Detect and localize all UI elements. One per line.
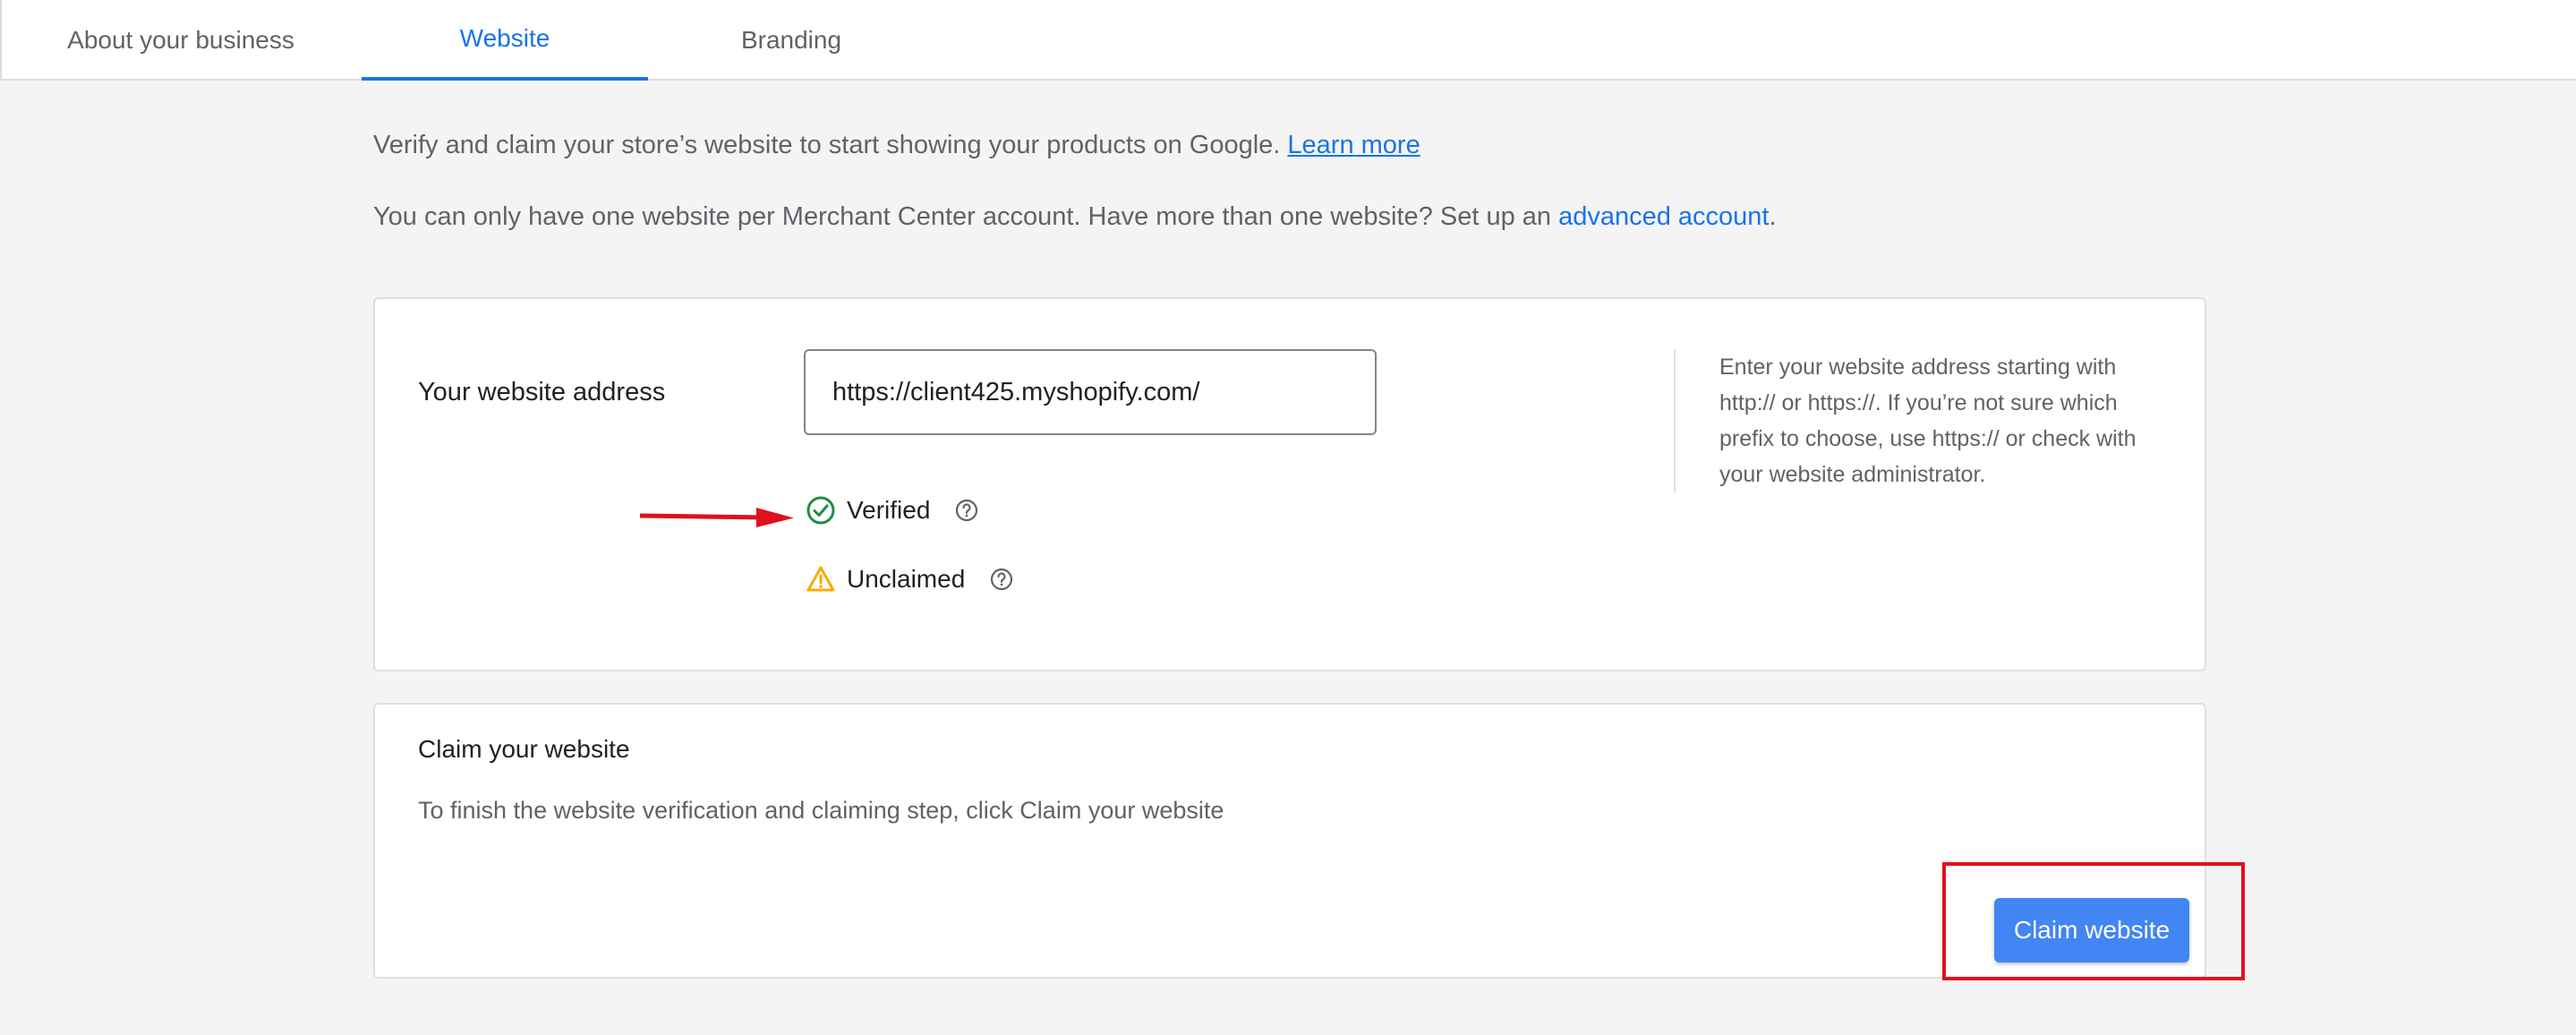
help-icon[interactable] [988, 566, 1015, 593]
tab-about-your-business[interactable]: About your business [38, 0, 324, 81]
intro-suffix: . [1769, 202, 1777, 231]
tab-branding[interactable]: Branding [684, 0, 899, 81]
intro-text: You can only have one website per Mercha… [373, 202, 1559, 231]
status-unclaimed: Unclaimed [806, 564, 1015, 594]
website-hint-text: Enter your website address starting with… [1719, 355, 2137, 487]
tab-website[interactable]: Website [362, 0, 648, 81]
tab-bar: About your business Website Branding [0, 0, 2576, 81]
vertical-divider [1674, 349, 1676, 492]
claim-website-title: Claim your website [418, 735, 630, 763]
status-verified: Verified [806, 495, 980, 526]
annotation-arrow [640, 508, 794, 527]
claim-website-card [373, 703, 2206, 979]
tab-label: About your business [67, 26, 294, 54]
claim-website-description: To finish the website verification and c… [418, 797, 1224, 824]
status-label: Unclaimed [847, 565, 966, 593]
annotation-highlight-box [1942, 862, 2245, 980]
website-url-input[interactable] [804, 349, 1377, 435]
tab-label: Branding [740, 26, 842, 54]
status-label: Verified [847, 496, 931, 524]
tab-label: Website [459, 24, 550, 52]
check-circle-icon [806, 495, 836, 526]
website-address-label: Your website address [418, 378, 666, 406]
warning-triangle-icon [806, 564, 836, 594]
intro-line-2: You can only have one website per Mercha… [373, 202, 1777, 232]
intro-text: Verify and claim your store’s website to… [373, 131, 1288, 159]
intro-line-1: Verify and claim your store’s website to… [373, 131, 1420, 160]
learn-more-link[interactable]: Learn more [1287, 131, 1420, 159]
help-icon[interactable] [953, 497, 980, 524]
advanced-account-link[interactable]: advanced account [1558, 202, 1769, 231]
